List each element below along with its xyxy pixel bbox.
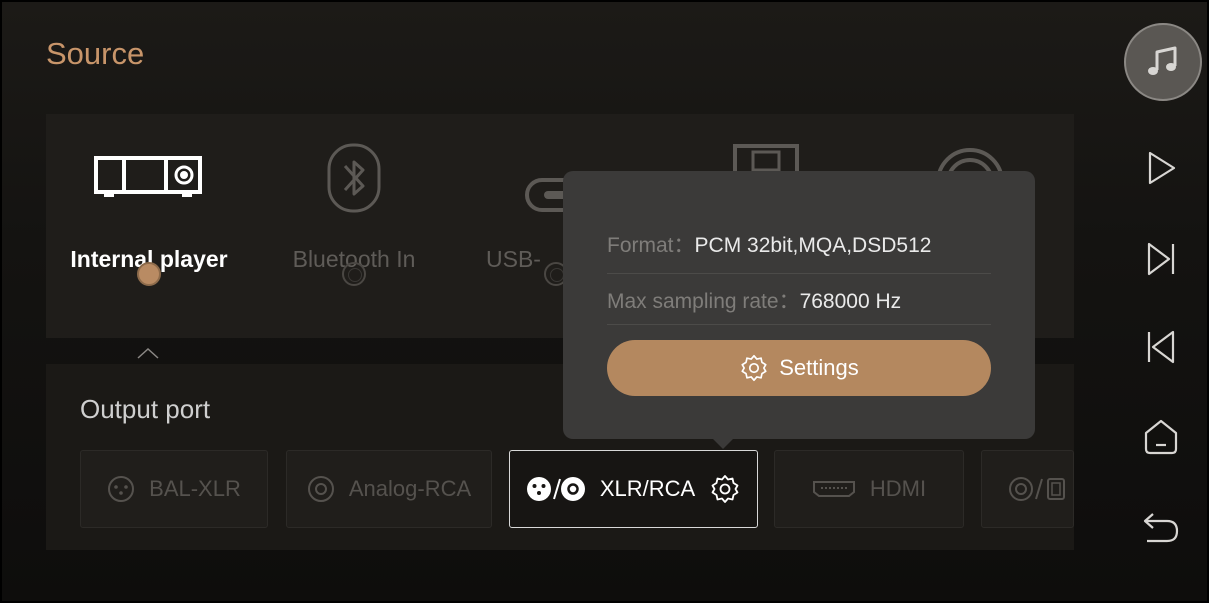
page-title: Source <box>46 36 145 71</box>
port-label: Analog-RCA <box>348 476 472 501</box>
port-label: HDMI <box>869 476 927 501</box>
back-button[interactable] <box>1141 507 1181 547</box>
settings-label: Settings <box>779 355 859 380</box>
caret-up-icon <box>137 347 159 359</box>
settings-button[interactable]: Settings <box>607 340 991 396</box>
format-row: Format：PCM 32bit,MQA,DSD512 <box>607 229 931 259</box>
music-player-button[interactable] <box>1124 23 1202 101</box>
port-analog-rca[interactable]: Analog-RCA <box>286 450 492 528</box>
home-button[interactable] <box>1141 417 1181 457</box>
radio-internal-player[interactable] <box>137 262 161 286</box>
xlr-icon <box>108 476 135 502</box>
hdmi-icon <box>812 481 855 497</box>
radio-bluetooth[interactable] <box>342 262 366 286</box>
source-bluetooth[interactable]: Bluetooth In <box>254 142 454 273</box>
xlr-rca-icon <box>526 477 585 501</box>
gear-icon[interactable] <box>709 473 741 505</box>
format-info-popup: Format：PCM 32bit,MQA,DSD512 Max sampling… <box>563 171 1035 449</box>
play-button[interactable] <box>1141 148 1181 188</box>
sampling-rate-key: Max sampling rate： <box>607 290 800 313</box>
next-icon <box>1147 242 1175 276</box>
port-bal-xlr[interactable]: BAL-XLR <box>80 450 268 528</box>
gear-icon <box>741 354 767 382</box>
divider <box>607 273 991 274</box>
previous-track-button[interactable] <box>1141 327 1181 367</box>
back-icon <box>1143 513 1179 543</box>
play-icon <box>1148 151 1176 185</box>
home-icon <box>1144 419 1178 455</box>
port-xlr-rca[interactable]: XLR/RCA <box>509 450 758 528</box>
source-internal-player[interactable]: Internal player <box>49 142 249 273</box>
port-label: XLR/RCA <box>599 476 696 501</box>
port-hdmi[interactable]: HDMI <box>774 450 964 528</box>
format-key: Format： <box>607 234 695 257</box>
output-port-title: Output port <box>80 394 211 424</box>
port-label: BAL-XLR <box>149 476 241 501</box>
rca-device-icon <box>1009 477 1065 501</box>
next-track-button[interactable] <box>1141 239 1181 279</box>
sampling-rate-row: Max sampling rate：768000 Hz <box>607 285 901 315</box>
divider <box>607 324 991 325</box>
player-device-icon <box>49 142 249 214</box>
format-value: PCM 32bit,MQA,DSD512 <box>694 234 932 257</box>
sampling-rate-value: 768000 Hz <box>799 290 902 313</box>
port-rca-device[interactable] <box>981 450 1074 528</box>
previous-icon <box>1147 330 1175 364</box>
rca-icon <box>307 476 334 502</box>
music-note-icon <box>1148 46 1177 75</box>
bluetooth-icon <box>254 142 454 214</box>
